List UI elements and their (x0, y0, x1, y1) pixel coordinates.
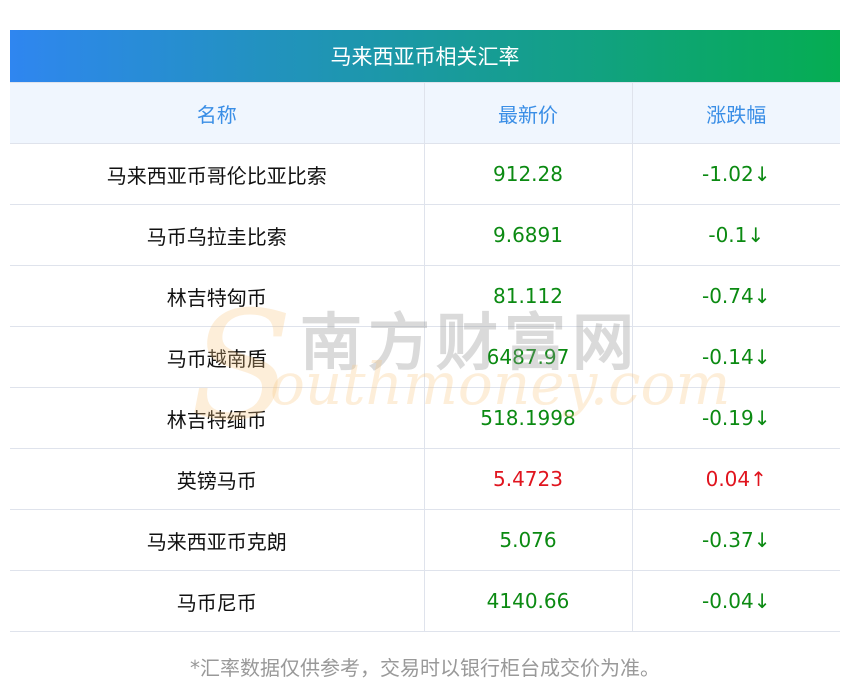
change-percent: -1.02↓ (631, 143, 840, 205)
currency-pair-name[interactable]: 马币乌拉圭比索 (10, 204, 425, 266)
rates-panel: 马来西亚币相关汇率 名称 最新价 涨跌幅 马来西亚币哥伦比亚比索 912.28 … (10, 30, 840, 632)
change-percent: -0.19↓ (631, 387, 840, 449)
table-row[interactable]: 马币尼币 4140.66 -0.04↓ (10, 570, 840, 632)
currency-pair-name[interactable]: 英镑马币 (10, 448, 425, 510)
table-row[interactable]: 林吉特匈币 81.112 -0.74↓ (10, 265, 840, 327)
latest-price: 5.4723 (423, 448, 633, 510)
latest-price: 4140.66 (423, 570, 633, 632)
currency-pair-name[interactable]: 马来西亚币哥伦比亚比索 (10, 143, 425, 205)
latest-price: 9.6891 (423, 204, 633, 266)
rates-table: 名称 最新价 涨跌幅 马来西亚币哥伦比亚比索 912.28 -1.02↓ 马币乌拉… (10, 82, 840, 632)
table-row[interactable]: 马来西亚币克朗 5.076 -0.37↓ (10, 509, 840, 571)
currency-pair-name[interactable]: 马币尼币 (10, 570, 425, 632)
table-row[interactable]: 马来西亚币哥伦比亚比索 912.28 -1.02↓ (10, 143, 840, 205)
change-percent: -0.37↓ (631, 509, 840, 571)
latest-price: 912.28 (423, 143, 633, 205)
panel-title: 马来西亚币相关汇率 (10, 30, 840, 82)
table-row[interactable]: 林吉特缅币 518.1998 -0.19↓ (10, 387, 840, 449)
header-price: 最新价 (423, 82, 633, 144)
table-row[interactable]: 马币乌拉圭比索 9.6891 -0.1↓ (10, 204, 840, 266)
latest-price: 81.112 (423, 265, 633, 327)
table-header: 名称 最新价 涨跌幅 (10, 82, 840, 144)
currency-pair-name[interactable]: 林吉特匈币 (10, 265, 425, 327)
change-percent: -0.14↓ (631, 326, 840, 388)
change-percent: -0.1↓ (631, 204, 840, 266)
change-percent: 0.04↑ (631, 448, 840, 510)
change-percent: -0.04↓ (631, 570, 840, 632)
disclaimer: *汇率数据仅供参考，交易时以银行柜台成交价为准。 (190, 656, 660, 680)
table-row[interactable]: 英镑马币 5.4723 0.04↑ (10, 448, 840, 510)
change-percent: -0.74↓ (631, 265, 840, 327)
currency-pair-name[interactable]: 林吉特缅币 (10, 387, 425, 449)
latest-price: 6487.97 (423, 326, 633, 388)
currency-pair-name[interactable]: 马来西亚币克朗 (10, 509, 425, 571)
latest-price: 518.1998 (423, 387, 633, 449)
table-row[interactable]: 马币越南盾 6487.97 -0.14↓ (10, 326, 840, 388)
header-name: 名称 (10, 82, 425, 144)
currency-pair-name[interactable]: 马币越南盾 (10, 326, 425, 388)
latest-price: 5.076 (423, 509, 633, 571)
header-change: 涨跌幅 (631, 82, 840, 144)
